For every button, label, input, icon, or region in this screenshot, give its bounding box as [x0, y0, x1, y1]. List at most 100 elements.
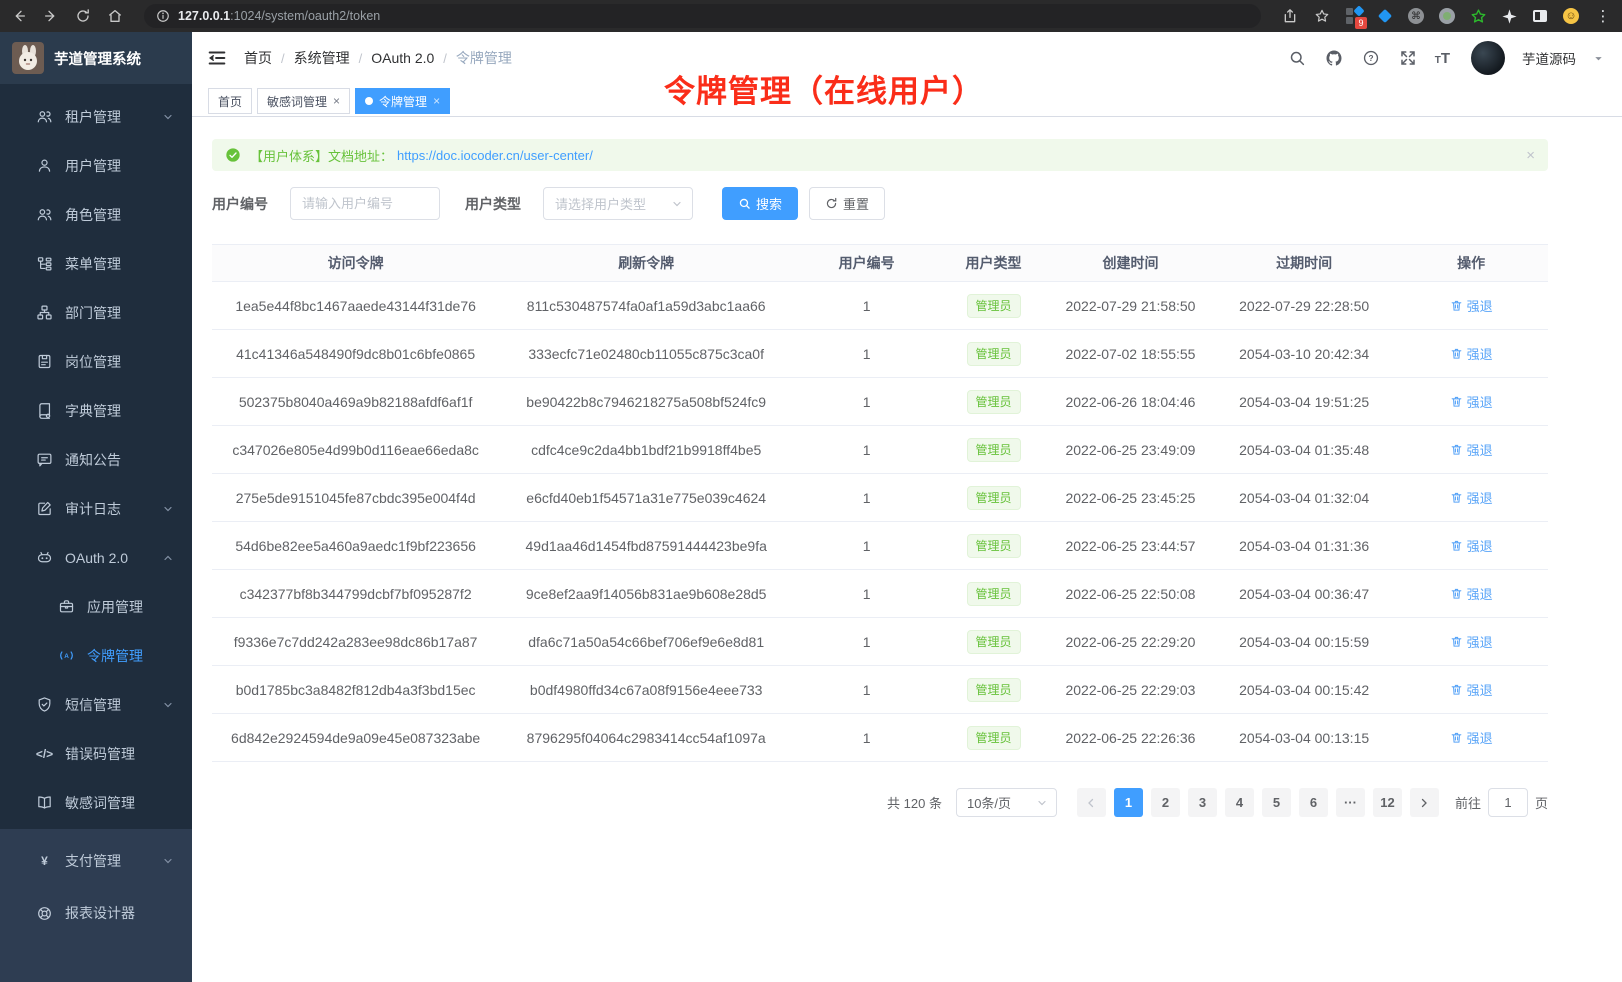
- browser-chrome: 127.0.0.1:1024/system/oauth2/token 9 ⌘ ☺…: [0, 0, 1622, 32]
- alert-close-icon[interactable]: ×: [1526, 148, 1535, 163]
- force-logout-button[interactable]: 强退: [1450, 488, 1493, 507]
- tab-label: 令牌管理: [379, 93, 427, 110]
- fullscreen-icon[interactable]: [1398, 48, 1418, 68]
- goto-page-input[interactable]: [1488, 788, 1528, 817]
- audit-log-icon: [36, 500, 53, 517]
- prev-page-button[interactable]: [1077, 788, 1106, 817]
- sidebar-item-post[interactable]: 岗位管理: [0, 337, 192, 386]
- trash-icon: [1450, 347, 1463, 360]
- sidebar-item-notice[interactable]: 通知公告: [0, 435, 192, 484]
- sidebar-item-sms[interactable]: 短信管理: [0, 680, 192, 729]
- forward-icon[interactable]: [42, 7, 60, 25]
- force-logout-button[interactable]: 强退: [1450, 584, 1493, 603]
- users-icon: [36, 108, 53, 125]
- reset-button[interactable]: 重置: [809, 187, 885, 220]
- address-bar[interactable]: 127.0.0.1:1024/system/oauth2/token: [144, 4, 1261, 28]
- user-type-badge: 管理员: [967, 726, 1021, 750]
- tab-敏感词管理[interactable]: 敏感词管理×: [257, 88, 350, 114]
- search-button[interactable]: 搜索: [722, 187, 798, 220]
- sidebar-item-audit[interactable]: 审计日志: [0, 484, 192, 533]
- share-icon[interactable]: [1281, 7, 1299, 25]
- page-button-12[interactable]: 12: [1373, 788, 1402, 817]
- page-button-2[interactable]: 2: [1151, 788, 1180, 817]
- column-header: 操作: [1394, 245, 1548, 282]
- table-cell: 1: [793, 378, 940, 426]
- force-logout-button[interactable]: 强退: [1450, 728, 1493, 747]
- page-info-icon[interactable]: [156, 9, 170, 23]
- sidebar-menu-bottom: ¥支付管理报表设计器: [0, 829, 192, 982]
- sidebar-item-user[interactable]: 用户管理: [0, 141, 192, 190]
- user-type-select[interactable]: 请选择用户类型: [543, 187, 693, 220]
- force-logout-button[interactable]: 强退: [1450, 296, 1493, 315]
- help-icon[interactable]: ?: [1361, 48, 1381, 68]
- font-size-icon[interactable]: TT: [1435, 50, 1450, 67]
- sidebar-item-pay[interactable]: ¥支付管理: [0, 835, 192, 887]
- tab-close-icon[interactable]: ×: [433, 94, 440, 108]
- force-logout-button[interactable]: 强退: [1450, 392, 1493, 411]
- sidebar-item-report[interactable]: 报表设计器: [0, 887, 192, 939]
- sidebar-item-oauth2-token[interactable]: A令牌管理: [0, 631, 192, 680]
- sidebar-item-oauth2[interactable]: OAuth 2.0: [0, 533, 192, 582]
- force-logout-label: 强退: [1467, 632, 1493, 651]
- sidebar-item-sensitive[interactable]: 敏感词管理: [0, 778, 192, 827]
- gem-extension-icon[interactable]: [1376, 7, 1394, 25]
- emoji-extension-icon[interactable]: ☺: [1562, 7, 1580, 25]
- force-logout-button[interactable]: 强退: [1450, 680, 1493, 699]
- force-logout-button[interactable]: 强退: [1450, 344, 1493, 363]
- green-star-extension-icon[interactable]: [1469, 7, 1487, 25]
- breadcrumb-item[interactable]: 系统管理: [294, 48, 350, 68]
- user-id-input[interactable]: [290, 187, 440, 220]
- force-logout-button[interactable]: 强退: [1450, 632, 1493, 651]
- force-logout-button[interactable]: 强退: [1450, 440, 1493, 459]
- page-ellipsis-button[interactable]: ···: [1336, 788, 1365, 817]
- page-button-6[interactable]: 6: [1299, 788, 1328, 817]
- sidebar-item-dict[interactable]: 字典管理: [0, 386, 192, 435]
- chevron-down-icon[interactable]: [1593, 53, 1604, 64]
- record-extension-icon[interactable]: [1438, 7, 1456, 25]
- force-logout-label: 强退: [1467, 536, 1493, 555]
- breadcrumb-item[interactable]: OAuth 2.0: [371, 50, 434, 66]
- white-star-extension-icon[interactable]: [1500, 7, 1518, 25]
- user-avatar[interactable]: [1471, 41, 1505, 75]
- home-icon[interactable]: [106, 7, 124, 25]
- url-path: :1024/system/oauth2/token: [230, 9, 380, 23]
- svg-text:A: A: [64, 653, 69, 660]
- sidebar-item-oauth2-app[interactable]: 应用管理: [0, 582, 192, 631]
- browser-menu-icon[interactable]: ⋮: [1594, 7, 1612, 25]
- column-header: 刷新令牌: [499, 245, 793, 282]
- table-cell: 管理员: [940, 330, 1047, 378]
- tab-close-icon[interactable]: ×: [333, 94, 340, 108]
- back-icon[interactable]: [10, 7, 28, 25]
- token-table: 访问令牌刷新令牌用户编号用户类型创建时间过期时间操作 1ea5e44f8bc14…: [212, 244, 1548, 762]
- command-extension-icon[interactable]: ⌘: [1407, 7, 1425, 25]
- sidebar-item-menu[interactable]: 菜单管理: [0, 239, 192, 288]
- sidebar-item-role[interactable]: 角色管理: [0, 190, 192, 239]
- table-cell: 管理员: [940, 426, 1047, 474]
- sidebar-item-dept[interactable]: 部门管理: [0, 288, 192, 337]
- username[interactable]: 芋道源码: [1522, 48, 1576, 68]
- collapse-menu-icon[interactable]: [206, 47, 228, 69]
- doc-link[interactable]: https://doc.iocoder.cn/user-center/: [397, 148, 593, 163]
- next-page-button[interactable]: [1410, 788, 1439, 817]
- page-button-4[interactable]: 4: [1225, 788, 1254, 817]
- sidebar-item-errcode[interactable]: </>错误码管理: [0, 729, 192, 778]
- user-type-placeholder: 请选择用户类型: [555, 194, 646, 213]
- extension-grid-icon[interactable]: 9: [1345, 7, 1363, 25]
- reload-icon[interactable]: [74, 7, 92, 25]
- bookmark-star-icon[interactable]: [1313, 7, 1331, 25]
- chevron-up-icon: [162, 552, 174, 564]
- force-logout-button[interactable]: 强退: [1450, 536, 1493, 555]
- page-size-select[interactable]: 10条/页: [956, 788, 1057, 817]
- user-type-badge: 管理员: [967, 390, 1021, 414]
- tab-令牌管理[interactable]: 令牌管理 ×: [355, 88, 450, 114]
- page-button-3[interactable]: 3: [1188, 788, 1217, 817]
- breadcrumb-item[interactable]: 首页: [244, 48, 272, 68]
- page-button-5[interactable]: 5: [1262, 788, 1291, 817]
- page-button-1[interactable]: 1: [1114, 788, 1143, 817]
- sidebar-item-tenant[interactable]: 租户管理: [0, 92, 192, 141]
- search-icon[interactable]: [1287, 48, 1307, 68]
- token-signal-icon: A: [58, 647, 75, 664]
- github-icon[interactable]: [1324, 48, 1344, 68]
- side-panel-icon[interactable]: [1531, 7, 1549, 25]
- tab-首页[interactable]: 首页: [208, 88, 252, 114]
